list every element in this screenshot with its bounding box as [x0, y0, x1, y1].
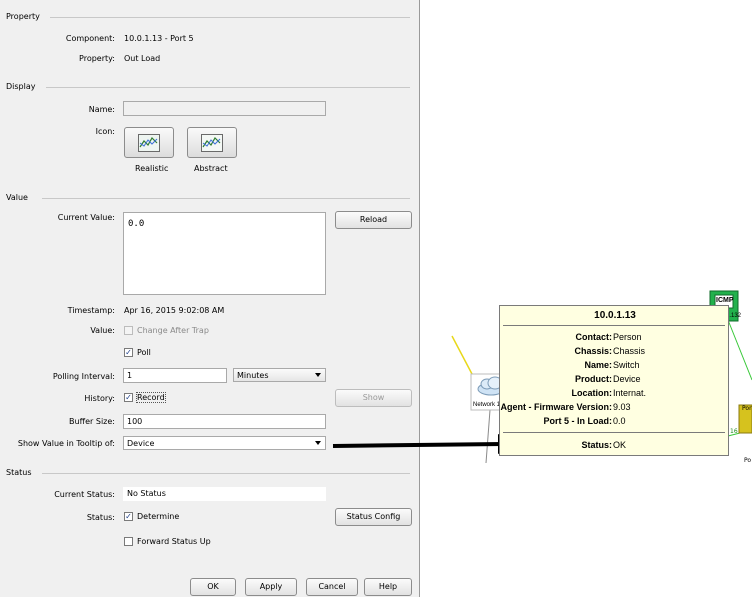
tooltip-value: 0.0 [613, 416, 626, 426]
device-tooltip: 10.0.1.13 Contact: Person Chassis: Chass… [499, 305, 729, 456]
tooltip-key: Contact: [575, 332, 613, 342]
tooltip-row: Name: Switch [500, 360, 730, 371]
tooltip-value: 9.03 [613, 402, 631, 412]
tooltip-value: OK [613, 440, 627, 450]
port-label: Por [742, 405, 752, 412]
tooltip-row: Port 5 - In Load: 0.0 [500, 416, 730, 427]
tooltip-value: Chassis [613, 346, 646, 356]
tooltip-key: Chassis: [574, 346, 612, 356]
tooltip-key: Name: [584, 360, 612, 370]
tooltip-row: Agent - Firmware Version: 9.03 [500, 402, 730, 413]
network-label: Network 1 [473, 402, 501, 408]
tooltip-row: Contact: Person [500, 332, 730, 343]
tooltip-key: Product: [575, 374, 612, 384]
tooltip-value: Person [613, 332, 642, 342]
tooltip-value: Switch [613, 360, 640, 370]
map-link [451, 335, 473, 375]
tooltip-value: Device [613, 374, 641, 384]
edge-label: 16 [730, 428, 738, 435]
map-link [727, 319, 752, 381]
tooltip-title: 10.0.1.13 [594, 310, 636, 321]
tooltip-key: Status: [581, 440, 612, 450]
arrow-right-icon [332, 442, 504, 448]
tooltip-key: Agent - Firmware Version: [500, 402, 612, 412]
tooltip-status-row: Status: OK [500, 440, 730, 451]
map-link [485, 409, 491, 464]
port-label: Po [744, 457, 752, 464]
tooltip-value: Internat. [613, 388, 647, 398]
icmp-label: ICMP [716, 297, 734, 304]
tooltip-key: Location: [571, 388, 613, 398]
tooltip-row: Location: Internat. [500, 388, 730, 399]
tooltip-divider [503, 325, 725, 326]
map-canvas [332, 290, 752, 464]
tooltip-row: Product: Device [500, 374, 730, 385]
tooltip-divider [503, 432, 725, 433]
tooltip-key: Port 5 - In Load: [543, 416, 613, 426]
tooltip-row: Chassis: Chassis [500, 346, 730, 357]
